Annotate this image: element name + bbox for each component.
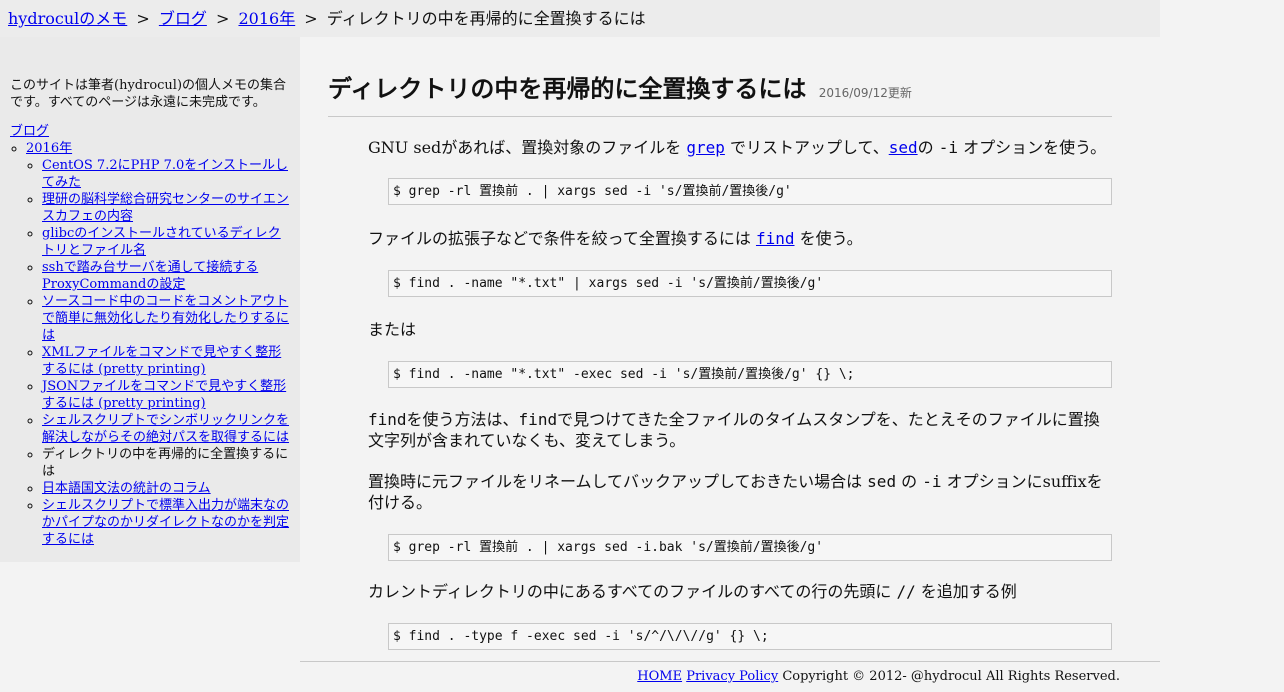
sidebar-article-item: JSONファイルをコマンドで見やすく整形するには (pretty printin… [42, 378, 290, 412]
code-block: $ find . -name "*.txt" | xargs sed -i 's… [388, 270, 1112, 297]
sidebar-article-link[interactable]: 日本語国文法の統計のコラム [42, 481, 211, 496]
code-block: $ find . -type f -exec sed -i 's/^/\/\//… [388, 623, 1112, 650]
find-link[interactable]: find [756, 229, 795, 248]
sidebar-article-item: glibcのインストールされているディレクトリとファイル名 [42, 225, 290, 259]
paragraph: ファイルの拡張子などで条件を絞って全置換するには find を使う。 [368, 229, 863, 248]
sidebar-year-list: 2016年 CentOS 7.2にPHP 7.0をインストールしてみた 理研の脳… [10, 140, 290, 548]
article-heading: ディレクトリの中を再帰的に全置換するには 2016/09/12更新 [328, 72, 1112, 117]
inline-code: -i [922, 472, 942, 491]
code-block: $ find . -name "*.txt" -exec sed -i 's/置… [388, 361, 1112, 388]
updated-date: 2016/09/12更新 [818, 86, 912, 100]
inline-code: -i [938, 138, 958, 157]
sidebar: このサイトは筆者(hydrocul)の個人メモの集合です。すべてのページは永遠に… [0, 37, 300, 562]
paragraph: または [368, 320, 417, 339]
breadcrumb-year-link[interactable]: 2016年 [238, 9, 295, 28]
sidebar-article-item: XMLファイルをコマンドで見やすく整形するには (pretty printing… [42, 344, 290, 378]
sidebar-article-item: 理研の脳科学総合研究センターのサイエンスカフェの内容 [42, 191, 290, 225]
footer-home-link[interactable]: HOME [637, 669, 682, 684]
inline-code: // [896, 582, 916, 601]
sed-link[interactable]: sed [889, 138, 918, 157]
breadcrumb-separator: > [304, 9, 318, 28]
sidebar-article-item: 日本語国文法の統計のコラム [42, 480, 290, 497]
sidebar-article-link[interactable]: ソースコード中のコードをコメントアウトで簡単に無効化したり有効化したりするには [42, 294, 289, 343]
footer: HOME Privacy Policy Copyright © 2012- @h… [300, 661, 1160, 692]
code-block: $ grep -rl 置換前 . | xargs sed -i 's/置換前/置… [388, 178, 1112, 205]
inline-code: find [518, 410, 558, 429]
paragraph: カレントディレクトリの中にあるすべてのファイルのすべての行の先頭に // を追加… [368, 582, 1017, 601]
sidebar-article-item-current: ディレクトリの中を再帰的に全置換するには [42, 446, 290, 480]
inline-code: find [368, 410, 407, 429]
sidebar-article-link[interactable]: シェルスクリプトでシンボリックリンクを解決しながらその絶対パスを取得するには [42, 413, 289, 445]
sidebar-article-item: ソースコード中のコードをコメントアウトで簡単に無効化したり有効化したりするには [42, 293, 290, 344]
sidebar-article-list: CentOS 7.2にPHP 7.0をインストールしてみた 理研の脳科学総合研究… [26, 157, 290, 548]
sidebar-article-item: シェルスクリプトでシンボリックリンクを解決しながらその絶対パスを取得するには [42, 412, 290, 446]
sidebar-article-link[interactable]: シェルスクリプトで標準入出力が端末なのかパイプなのかリダイレクトなのかを判定する… [42, 498, 289, 547]
sidebar-article-link[interactable]: 理研の脳科学総合研究センターのサイエンスカフェの内容 [42, 192, 289, 224]
paragraph: GNU sedがあれば、置換対象のファイルを grep でリストアップして、se… [368, 138, 1107, 157]
article: ディレクトリの中を再帰的に全置換するには 2016/09/12更新 GNU se… [328, 72, 1112, 650]
sidebar-blog-link[interactable]: ブログ [10, 124, 49, 139]
sidebar-article-link[interactable]: JSONファイルをコマンドで見やすく整形するには (pretty printin… [42, 379, 286, 411]
sidebar-article-link[interactable]: glibcのインストールされているディレクトリとファイル名 [42, 226, 281, 258]
footer-privacy-link[interactable]: Privacy Policy [686, 669, 778, 684]
sidebar-year-item: 2016年 CentOS 7.2にPHP 7.0をインストールしてみた 理研の脳… [26, 140, 290, 548]
breadcrumb: hydroculのメモ > ブログ > 2016年 > ディレクトリの中を再帰的… [0, 0, 1160, 37]
code-block: $ grep -rl 置換前 . | xargs sed -i.bak 's/置… [388, 534, 1112, 561]
sidebar-article-link[interactable]: sshで踏み台サーバを通して接続するProxyCommandの設定 [42, 260, 258, 292]
grep-link[interactable]: grep [686, 138, 725, 157]
breadcrumb-blog-link[interactable]: ブログ [159, 9, 207, 28]
site-intro: このサイトは筆者(hydrocul)の個人メモの集合です。すべてのページは永遠に… [10, 78, 287, 110]
sidebar-article-link[interactable]: CentOS 7.2にPHP 7.0をインストールしてみた [42, 158, 288, 190]
sidebar-article-item: シェルスクリプトで標準入出力が端末なのかパイプなのかリダイレクトなのかを判定する… [42, 497, 290, 548]
breadcrumb-current: ディレクトリの中を再帰的に全置換するには [326, 9, 646, 28]
article-body: GNU sedがあれば、置換対象のファイルを grep でリストアップして、se… [328, 137, 1112, 650]
sidebar-year-link[interactable]: 2016年 [26, 141, 72, 156]
sidebar-article-link[interactable]: XMLファイルをコマンドで見やすく整形するには (pretty printing… [42, 345, 281, 377]
paragraph: 置換時に元ファイルをリネームしてバックアップしておきたい場合は sed の -i… [368, 472, 1103, 512]
inline-code: sed [867, 472, 897, 491]
breadcrumb-site-link[interactable]: hydroculのメモ [8, 9, 127, 28]
sidebar-article-item: sshで踏み台サーバを通して接続するProxyCommandの設定 [42, 259, 290, 293]
paragraph: findを使う方法は、findで見つけてきた全ファイルのタイムスタンプを、たとえ… [368, 410, 1100, 450]
breadcrumb-separator: > [215, 9, 230, 28]
breadcrumb-separator: > [136, 9, 150, 28]
footer-copyright: Copyright © 2012- @hydrocul All Rights R… [782, 669, 1120, 684]
page-title: ディレクトリの中を再帰的に全置換するには [328, 75, 807, 103]
sidebar-article-item: CentOS 7.2にPHP 7.0をインストールしてみた [42, 157, 290, 191]
sidebar-article-current: ディレクトリの中を再帰的に全置換するには [42, 447, 289, 479]
